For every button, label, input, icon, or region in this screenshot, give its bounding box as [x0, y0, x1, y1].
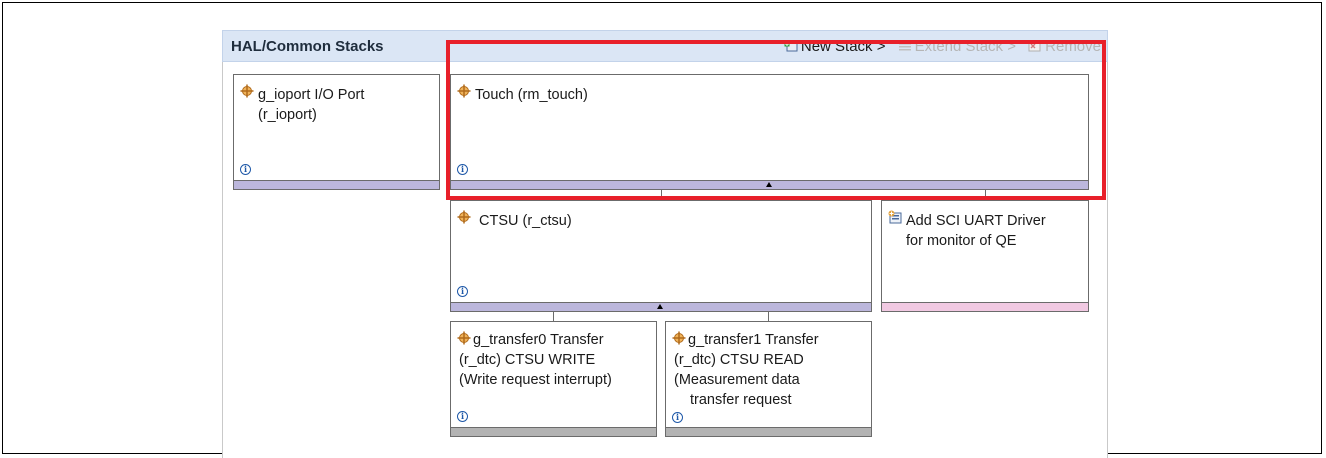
stack-bar — [882, 302, 1088, 311]
stack-add-sci-uart[interactable]: Add SCI UART Driver for monitor of QE — [881, 200, 1089, 312]
stack-bar — [234, 180, 439, 189]
extend-stack-button[interactable]: Extend Stack > — [898, 38, 1016, 55]
stack-touch[interactable]: Touch (rm_touch) i — [450, 74, 1089, 190]
stack-transfer1[interactable]: g_transfer1 Transfer (r_dtc) CTSU READ (… — [665, 321, 872, 437]
remove-label: Remove — [1045, 38, 1101, 55]
stack-label: g_transfer0 Transfer (r_dtc) CTSU WRITE … — [459, 332, 612, 388]
connector — [553, 312, 554, 321]
stack-ctsu[interactable]: CTSU (r_ctsu) i — [450, 200, 872, 312]
new-stack-button[interactable]: New Stack > — [784, 38, 886, 55]
panel-title: HAL/Common Stacks — [231, 38, 384, 55]
stack-bar — [451, 427, 656, 436]
add-driver-icon — [888, 210, 902, 224]
panel-header: HAL/Common Stacks New Stack > Extend Sta… — [222, 30, 1108, 62]
stack-label: CTSU (r_ctsu) — [479, 213, 572, 229]
new-stack-icon — [784, 41, 798, 52]
stack-label: Touch (rm_touch) — [475, 87, 588, 103]
extend-stack-icon — [898, 43, 911, 51]
collapse-arrow-icon[interactable] — [657, 304, 663, 309]
info-icon[interactable]: i — [672, 412, 683, 423]
extend-stack-label: Extend Stack > — [914, 38, 1016, 55]
stack-bar — [451, 180, 1088, 189]
stack-label: g_ioport I/O Port (r_ioport) — [258, 87, 365, 123]
info-icon[interactable]: i — [457, 286, 468, 297]
info-icon[interactable]: i — [457, 164, 468, 175]
stack-ioport[interactable]: g_ioport I/O Port (r_ioport) i — [233, 74, 440, 190]
stack-bar — [451, 302, 871, 311]
info-icon[interactable]: i — [240, 164, 251, 175]
stack-transfer0[interactable]: g_transfer0 Transfer (r_dtc) CTSU WRITE … — [450, 321, 657, 437]
module-icon — [457, 210, 471, 224]
stack-bar — [666, 427, 871, 436]
stack-label: Add SCI UART Driver for monitor of QE — [906, 213, 1046, 249]
connector — [768, 312, 769, 321]
remove-button[interactable]: Remove — [1028, 38, 1101, 55]
module-icon — [457, 84, 471, 98]
new-stack-label: New Stack > — [800, 38, 886, 55]
collapse-arrow-icon[interactable] — [765, 182, 772, 187]
info-icon[interactable]: i — [457, 411, 468, 422]
stack-label: g_transfer1 Transfer (r_dtc) CTSU READ (… — [674, 332, 819, 408]
stack-toolbar: New Stack > Extend Stack > Remove — [776, 38, 1101, 55]
module-icon — [240, 84, 254, 98]
remove-icon — [1028, 41, 1041, 52]
